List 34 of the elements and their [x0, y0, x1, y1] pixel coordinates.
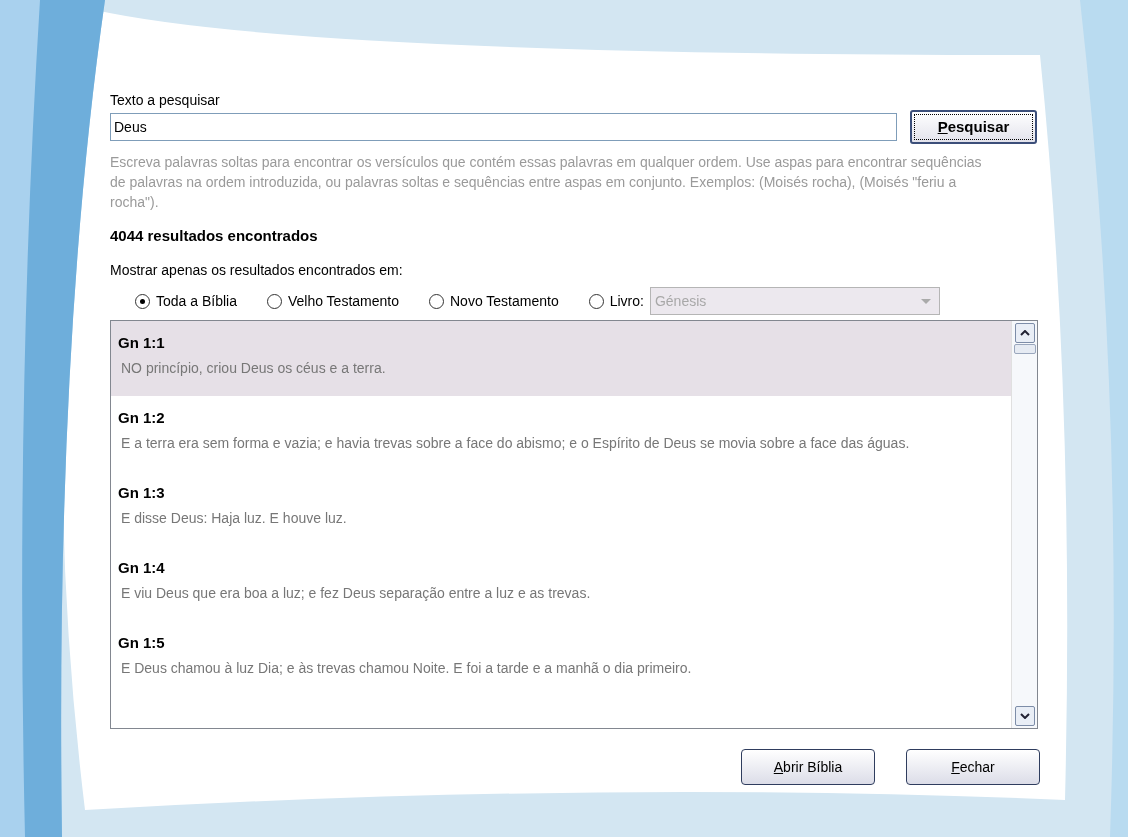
radio-label: Toda a Bíblia: [156, 291, 237, 311]
chevron-down-icon: [1019, 713, 1030, 719]
scrollbar[interactable]: [1011, 321, 1037, 728]
verse-reference: Gn 1:2: [118, 408, 166, 428]
radio-label: Velho Testamento: [287, 291, 399, 311]
verse-text: E Deus chamou à luz Dia; e às trevas chamou Noite. E foi a tarde e a manhã o dia primeiro.: [120, 659, 693, 678]
dropdown-caret-icon: [920, 298, 931, 304]
chevron-up-icon: [1019, 330, 1030, 336]
dialog-button[interactable]: Fechar: [906, 749, 1040, 785]
verse-reference: Gn 1:1: [118, 333, 166, 353]
verse-text: E viu Deus que era boa a luz; e fez Deus separação entre a luz e as trevas.: [120, 584, 592, 603]
result-item[interactable]: Gn 1:1 NO princípio, criou Deus os céus e a terra.: [111, 321, 1011, 396]
verse-text: E a terra era sem forma e vazia; e havia trevas sobre a face do abismo; e o Espírito de Deus se movia sobre a face das águas.: [120, 434, 911, 453]
verse-text: NO princípio, criou Deus os céus e a terra.: [120, 359, 387, 378]
results-count: 4044 resultados encontrados: [110, 226, 319, 246]
radio-button[interactable]: [588, 293, 604, 309]
filter-label: Mostrar apenas os resultados encontrados em:: [110, 261, 404, 280]
search-field[interactable]: Deus: [110, 113, 897, 141]
radio-button[interactable]: [135, 293, 150, 309]
verse-reference: Gn 1:4: [118, 558, 166, 578]
verse-reference: Gn 1:5: [118, 633, 166, 653]
help-text: Escreva palavras soltas para encontrar os versículos que contém essas palavras em qualquer ordem. Use aspas para encontrar sequências de palavras na ordem introduzida, ou palavras soltas e sequências entre aspas em conjunto. Exemplos: (Moisés rocha), (Moisés "feriu a rocha").: [110, 153, 983, 212]
scroll-down-button[interactable]: [1014, 706, 1035, 726]
radio-button[interactable]: [429, 293, 444, 309]
verse-text: E disse Deus: Haja luz. E houve luz.: [120, 509, 348, 528]
dialog-button[interactable]: Abrir Bíblia: [741, 749, 875, 785]
search-button[interactable]: Pesquisar: [910, 110, 1037, 144]
radio-button[interactable]: [266, 293, 282, 309]
search-label: Texto a pesquisar: [110, 91, 221, 110]
scroll-up-button[interactable]: [1014, 323, 1035, 343]
radio-label: Novo Testamento: [450, 291, 559, 311]
scroll-thumb[interactable]: [1013, 344, 1036, 354]
radio-label: Livro:: [609, 291, 644, 311]
verse-reference: Gn 1:3: [118, 483, 166, 503]
